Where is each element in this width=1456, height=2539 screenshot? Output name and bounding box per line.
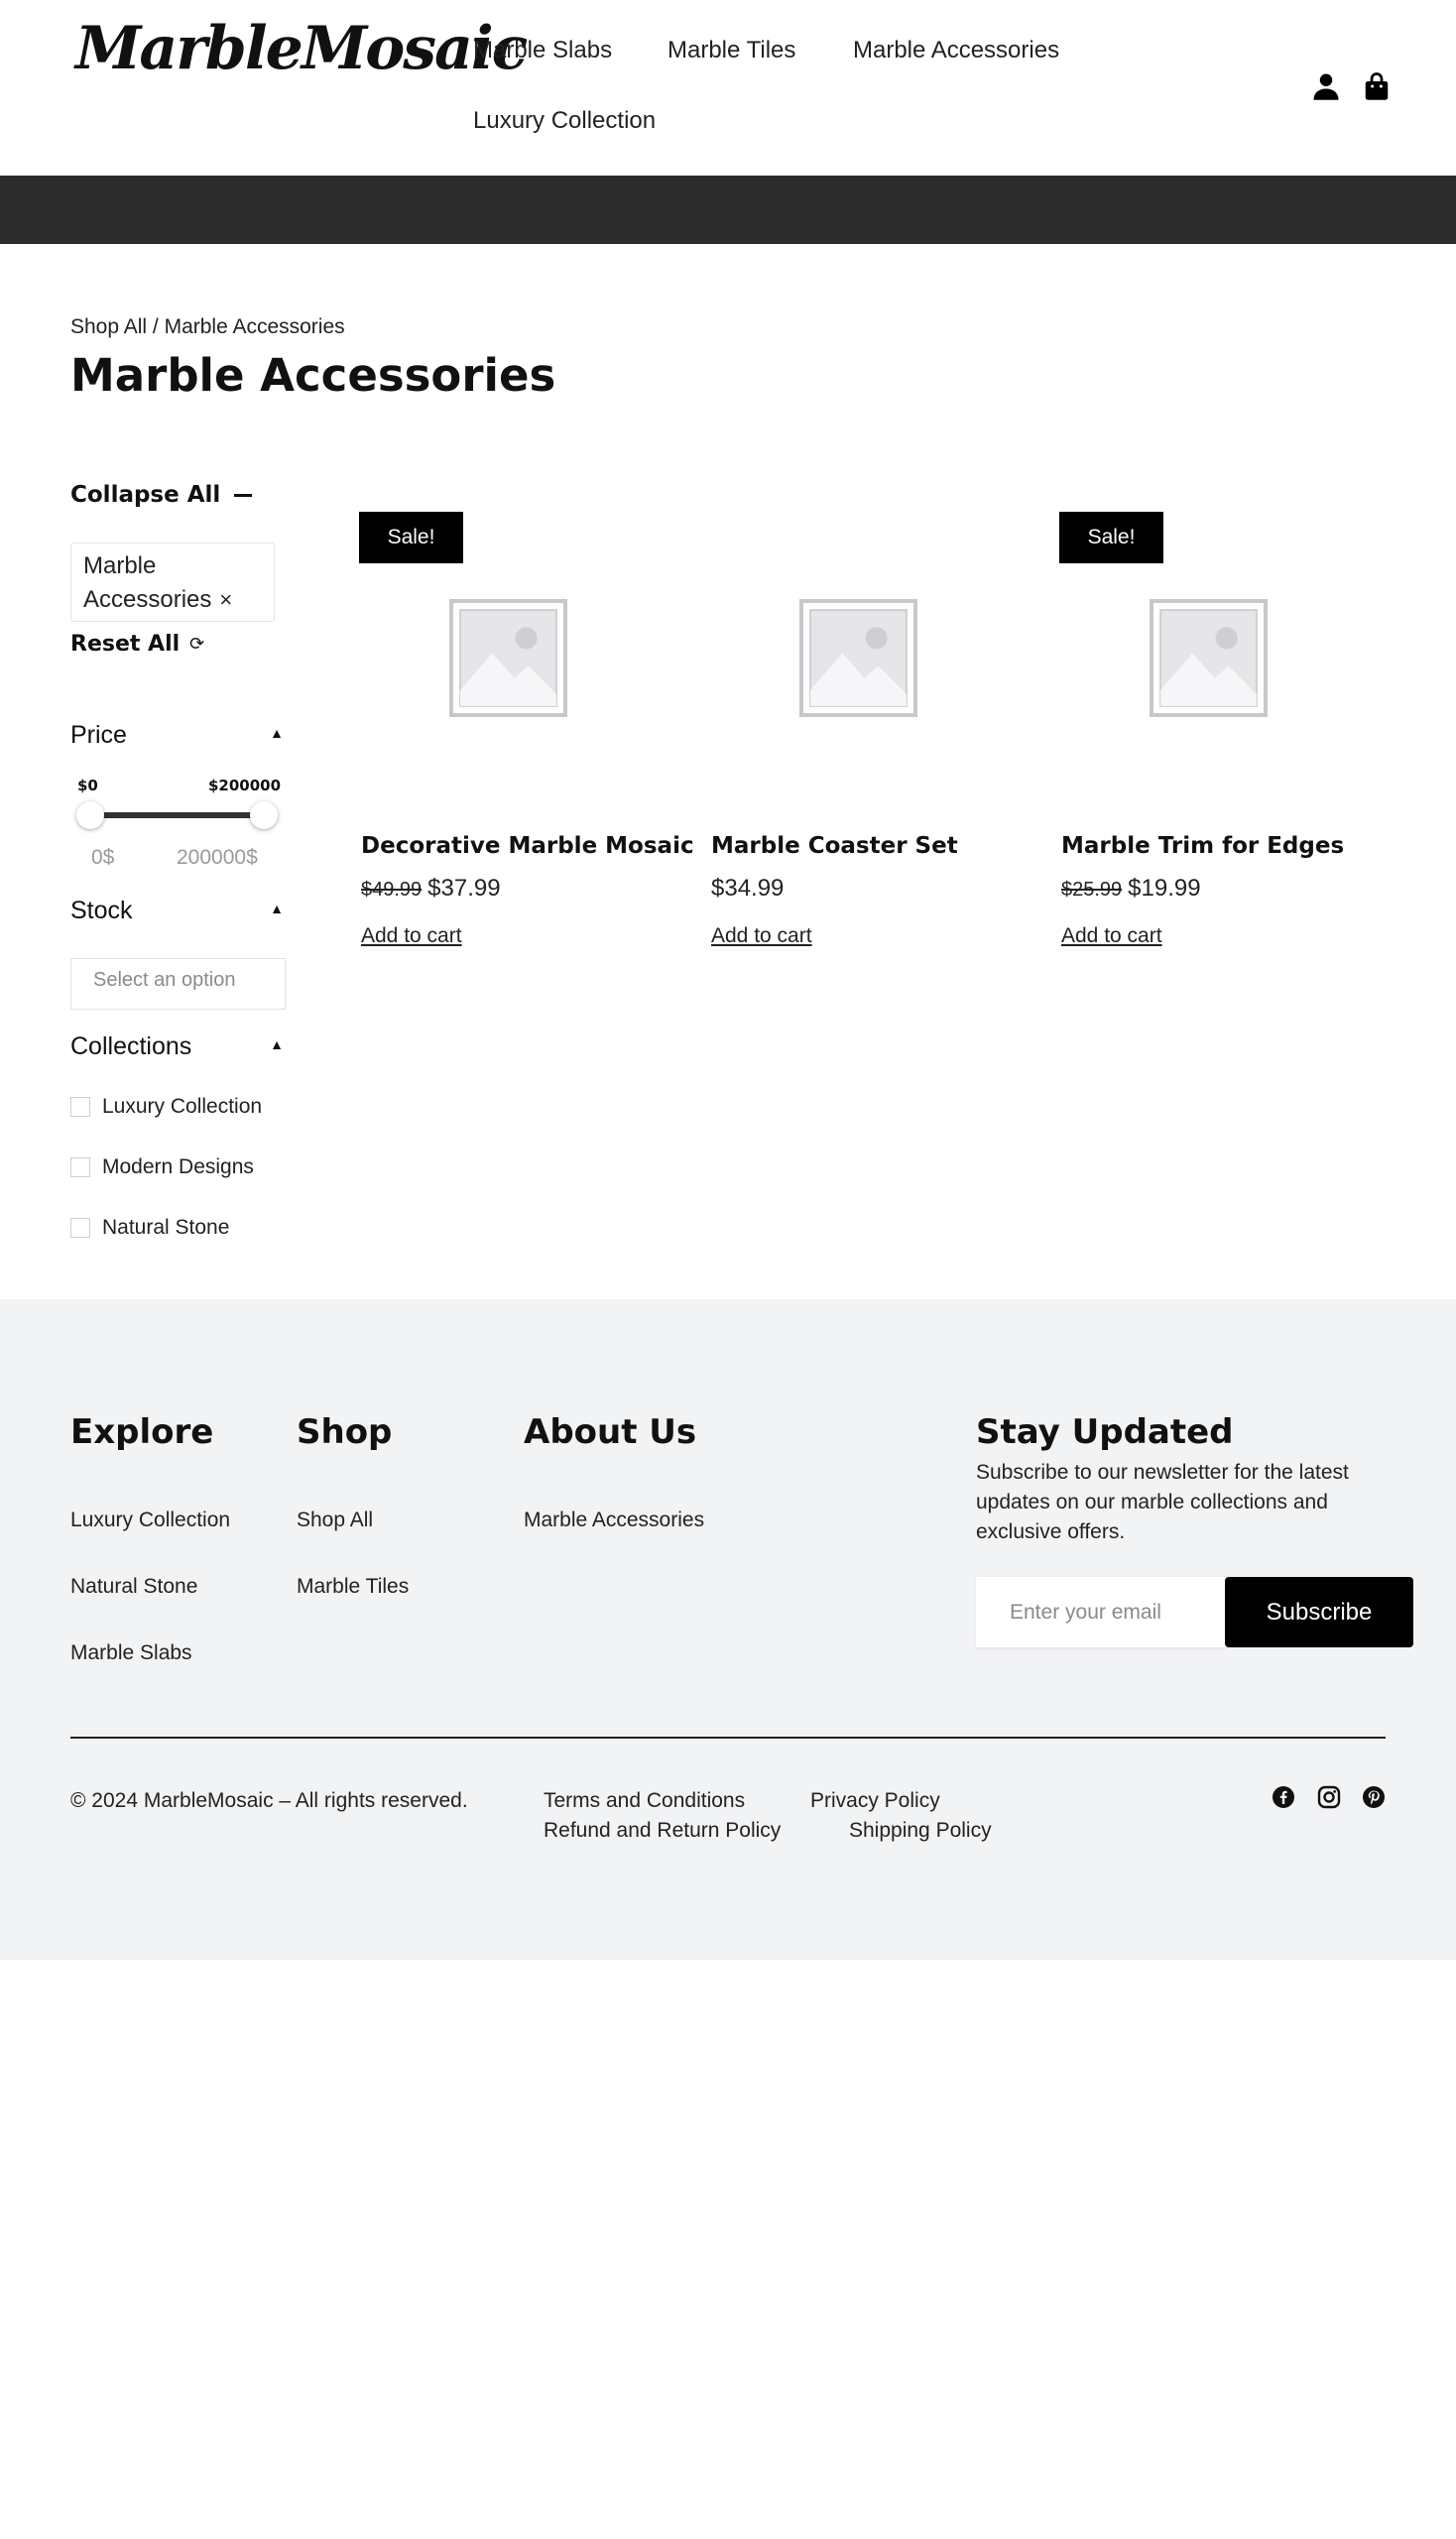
- footer-link-marble-accessories[interactable]: Marble Accessories: [524, 1509, 704, 1532]
- price-slider-track[interactable]: [89, 812, 263, 818]
- sale-badge: Sale!: [359, 512, 463, 563]
- breadcrumb-separator: /: [147, 315, 165, 338]
- subscribe-button[interactable]: Subscribe: [1225, 1577, 1413, 1647]
- product-price: $25.99 $19.99: [1061, 875, 1201, 903]
- shopping-bag-icon[interactable]: [1362, 71, 1392, 101]
- announcement-bar: [0, 176, 1456, 244]
- site-logo[interactable]: MarbleMosaic: [75, 14, 528, 83]
- minus-icon: [234, 493, 253, 497]
- footer-about-title: About Us: [524, 1412, 697, 1452]
- chevron-up-icon: ▲: [270, 725, 284, 741]
- add-to-cart-button[interactable]: Add to cart: [361, 924, 462, 948]
- filter-modern-designs[interactable]: Modern Designs: [70, 1155, 254, 1179]
- product-name[interactable]: Marble Coaster Set: [711, 833, 958, 859]
- stock-select[interactable]: Select an option: [70, 958, 286, 1010]
- breadcrumb: Shop All / Marble Accessories: [70, 315, 345, 339]
- price-facet-toggle[interactable]: Price ▲: [70, 721, 284, 750]
- email-input[interactable]: [976, 1577, 1226, 1647]
- footer-shop-title: Shop: [297, 1412, 393, 1452]
- filter-natural-stone[interactable]: Natural Stone: [70, 1216, 229, 1240]
- stock-facet-toggle[interactable]: Stock ▲: [70, 897, 284, 925]
- footer-divider: [70, 1737, 1386, 1739]
- footer-link-marble-slabs[interactable]: Marble Slabs: [70, 1641, 192, 1665]
- nav-marble-tiles[interactable]: Marble Tiles: [667, 37, 795, 64]
- collections-facet-title: Collections: [70, 1032, 192, 1060]
- checkbox[interactable]: [70, 1097, 90, 1117]
- product-card: Sale! Decorative Marble Mosaic $49.99 $37…: [359, 496, 694, 962]
- copyright-text: © 2024 MarbleMosaic – All rights reserve…: [70, 1789, 468, 1812]
- price-slider-max-handle[interactable]: [250, 801, 278, 829]
- user-icon[interactable]: [1311, 71, 1341, 101]
- image-placeholder-icon[interactable]: [448, 598, 568, 718]
- filter-option-label: Natural Stone: [102, 1216, 230, 1239]
- refresh-icon: ⟳: [189, 634, 205, 655]
- product-price: $49.99 $37.99: [361, 875, 501, 903]
- page-title: Marble Accessories: [70, 349, 556, 402]
- active-filter-label: Marble Accessories: [83, 552, 212, 613]
- chevron-up-icon: ▲: [270, 901, 284, 916]
- filter-luxury-collection[interactable]: Luxury Collection: [70, 1095, 262, 1119]
- product-name[interactable]: Marble Trim for Edges: [1061, 833, 1344, 859]
- newsletter-title: Stay Updated: [976, 1412, 1234, 1452]
- price-slider-min-handle[interactable]: [76, 801, 104, 829]
- terms-link[interactable]: Terms and Conditions: [544, 1789, 745, 1813]
- price-min-label: $0: [77, 777, 98, 794]
- active-filter-chip: Marble Accessories ×: [70, 543, 275, 622]
- product-name[interactable]: Decorative Marble Mosaic: [361, 833, 694, 859]
- reset-all-button[interactable]: Reset All ⟳: [70, 632, 204, 657]
- collections-facet-toggle[interactable]: Collections ▲: [70, 1032, 284, 1061]
- site-header: MarbleMosaic Marble Slabs Marble Tiles M…: [0, 0, 1456, 176]
- nav-marble-slabs[interactable]: Marble Slabs: [473, 37, 612, 64]
- collapse-all-label: Collapse All: [70, 482, 221, 508]
- checkbox[interactable]: [70, 1218, 90, 1238]
- original-price: $25.99: [1061, 879, 1123, 901]
- refund-link[interactable]: Refund and Return Policy: [544, 1819, 781, 1843]
- price-min-input[interactable]: 0$: [91, 846, 114, 870]
- image-placeholder-icon[interactable]: [798, 598, 918, 718]
- price-facet-title: Price: [70, 721, 127, 749]
- filter-option-label: Modern Designs: [102, 1155, 254, 1178]
- chevron-up-icon: ▲: [270, 1036, 284, 1052]
- instagram-icon[interactable]: [1317, 1785, 1341, 1809]
- footer-explore-title: Explore: [70, 1412, 214, 1452]
- nav-luxury-collection[interactable]: Luxury Collection: [473, 107, 656, 135]
- image-placeholder-icon[interactable]: [1149, 598, 1269, 718]
- footer-link-luxury-collection[interactable]: Luxury Collection: [70, 1509, 230, 1532]
- footer-link-shop-all[interactable]: Shop All: [297, 1509, 373, 1532]
- sale-price: $19.99: [1128, 875, 1201, 902]
- reset-all-label: Reset All: [70, 632, 181, 657]
- sale-price: $34.99: [711, 875, 785, 902]
- breadcrumb-shop-all[interactable]: Shop All: [70, 315, 147, 338]
- privacy-link[interactable]: Privacy Policy: [810, 1789, 940, 1813]
- price-max-input[interactable]: 200000$: [177, 846, 258, 870]
- nav-marble-accessories[interactable]: Marble Accessories: [853, 37, 1059, 64]
- sale-badge: Sale!: [1059, 512, 1163, 563]
- collapse-all-button[interactable]: Collapse All: [70, 482, 253, 508]
- shipping-link[interactable]: Shipping Policy: [849, 1819, 992, 1843]
- product-price: $34.99: [711, 875, 784, 903]
- facebook-icon[interactable]: [1272, 1785, 1295, 1809]
- price-max-label: $200000: [208, 777, 282, 794]
- breadcrumb-current: Marble Accessories: [164, 315, 345, 338]
- product-card: Marble Coaster Set $34.99 Add to cart: [711, 496, 1038, 962]
- sale-price: $37.99: [427, 875, 501, 902]
- pinterest-icon[interactable]: [1362, 1785, 1386, 1809]
- footer-link-marble-tiles[interactable]: Marble Tiles: [297, 1575, 409, 1599]
- add-to-cart-button[interactable]: Add to cart: [1061, 924, 1162, 948]
- filter-option-label: Luxury Collection: [102, 1095, 263, 1118]
- original-price: $49.99: [361, 879, 423, 901]
- footer-link-natural-stone[interactable]: Natural Stone: [70, 1575, 197, 1599]
- newsletter-description: Subscribe to our newsletter for the late…: [976, 1461, 1349, 1543]
- stock-facet-title: Stock: [70, 897, 133, 924]
- checkbox[interactable]: [70, 1157, 90, 1177]
- close-icon[interactable]: ×: [219, 587, 232, 612]
- add-to-cart-button[interactable]: Add to cart: [711, 924, 812, 948]
- product-card: Sale! Marble Trim for Edges $25.99 $19.99…: [1059, 496, 1389, 962]
